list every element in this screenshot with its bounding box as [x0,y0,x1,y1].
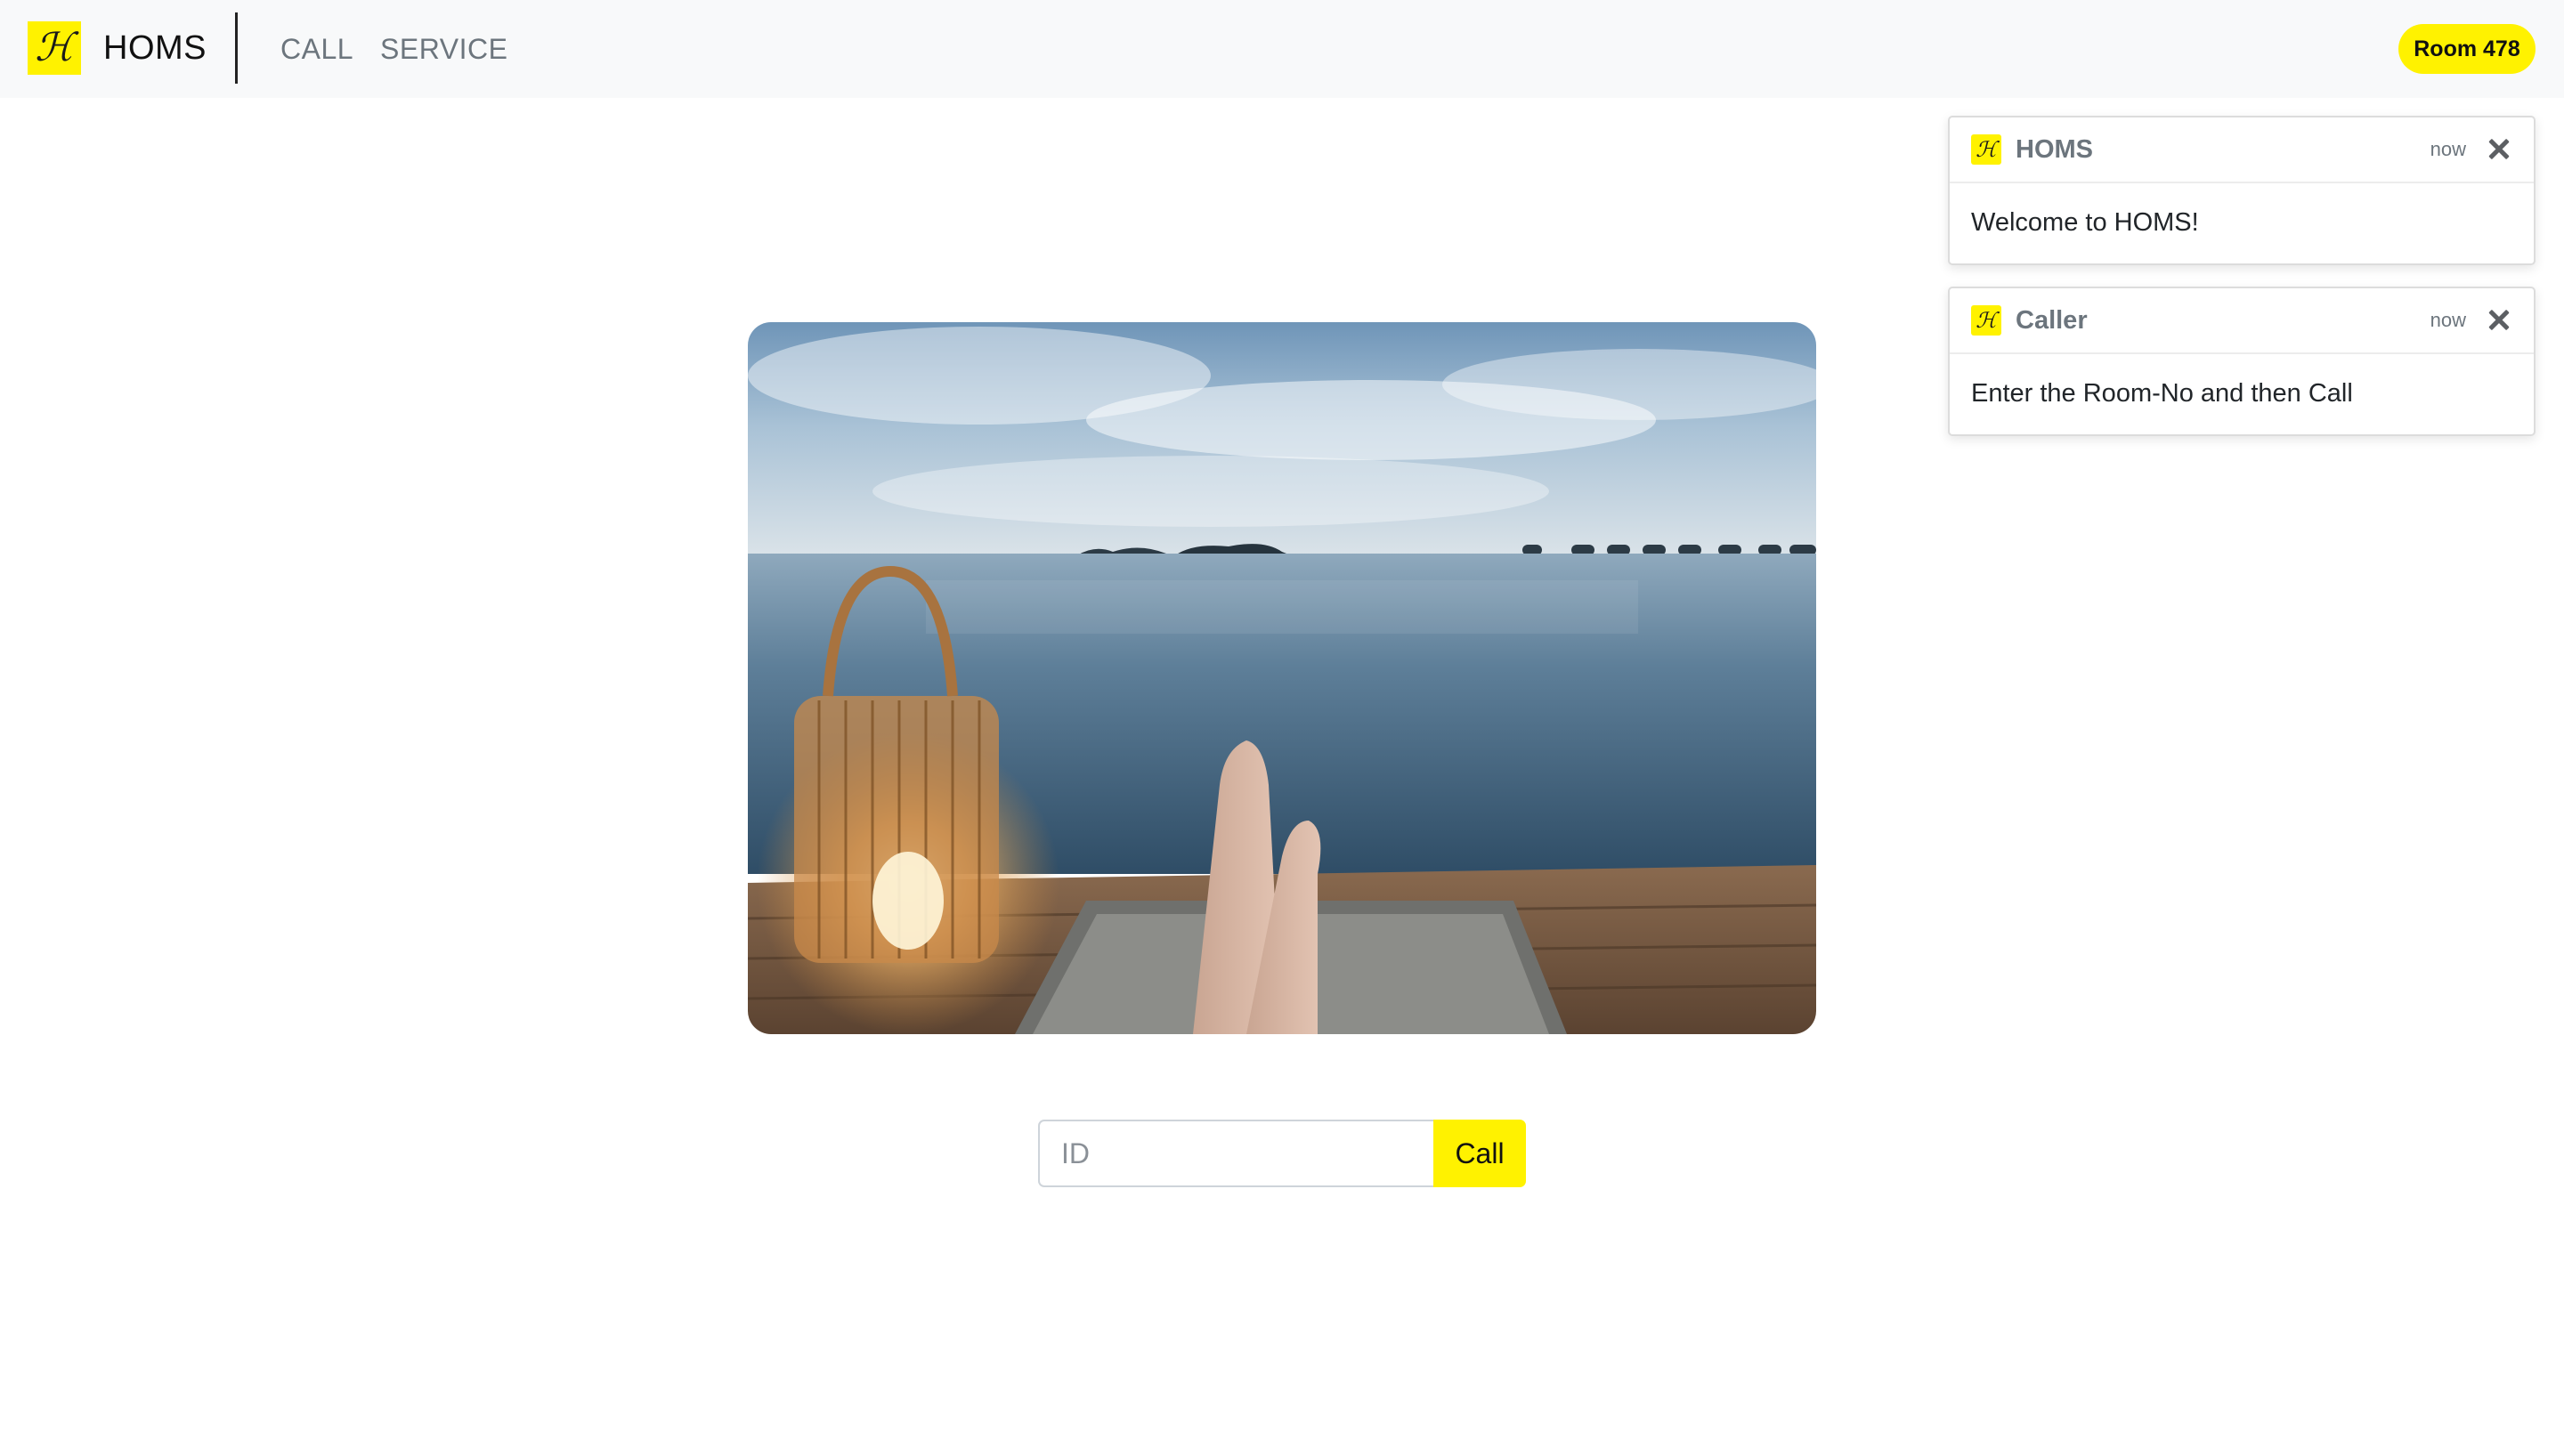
call-button[interactable]: Call [1433,1120,1526,1187]
nav-link-service[interactable]: SERVICE [380,33,507,66]
close-icon[interactable] [2486,307,2512,334]
nav-divider [235,12,238,84]
toast-time: now [2430,309,2466,331]
hero-image [748,322,1816,1034]
toast-time: now [2430,138,2466,160]
toast-caller: ℋ Caller now Enter the Room-No and then … [1948,287,2536,436]
toast-title: Caller [2016,305,2088,335]
brand-name: HOMS [103,28,207,67]
toast-message: Welcome to HOMS! [1971,208,2199,237]
nav-links: CALL SERVICE [280,27,534,71]
toast-header: ℋ Caller now [1950,288,2534,354]
top-navbar: ℋ HOMS CALL SERVICE Room 478 [0,0,2564,98]
room-badge[interactable]: Room 478 [2398,24,2536,74]
call-form: Call [1038,1120,1526,1187]
toast-message: Enter the Room-No and then Call [1971,379,2353,408]
room-id-input[interactable] [1038,1120,1433,1187]
homs-logo-icon: ℋ [1971,305,2001,336]
close-icon[interactable] [2486,136,2512,163]
toast-header: ℋ HOMS now [1950,117,2534,183]
homs-logo-icon: ℋ [28,21,81,75]
brand-link[interactable]: ℋ HOMS [28,21,207,75]
homs-logo-icon: ℋ [1971,134,2001,165]
toast-welcome: ℋ HOMS now Welcome to HOMS! [1948,116,2536,265]
toast-title: HOMS [2016,134,2093,164]
nav-link-call[interactable]: CALL [280,33,353,66]
